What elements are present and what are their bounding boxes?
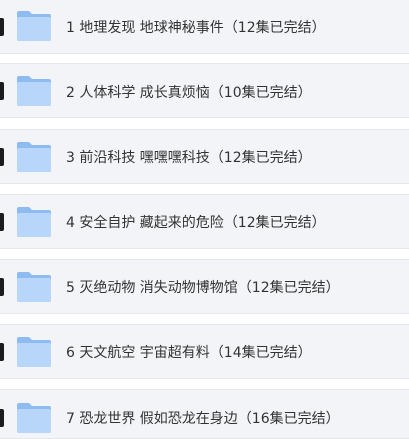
folder-row-4[interactable]: 4 安全自护 藏起来的危险（12集已完结） bbox=[0, 194, 409, 249]
folder-row-3[interactable]: 3 前沿科技 嘿嘿嘿科技（12集已完结） bbox=[0, 129, 409, 184]
folder-icon[interactable] bbox=[16, 10, 52, 42]
folder-label[interactable]: 5 灭绝动物 消失动物博物馆（12集已完结） bbox=[66, 279, 340, 297]
folder-icon-graphic bbox=[17, 76, 51, 106]
folder-icon-graphic bbox=[17, 207, 51, 237]
row-marker bbox=[0, 343, 4, 361]
row-marker bbox=[0, 213, 4, 231]
row-marker bbox=[0, 409, 4, 427]
folder-label[interactable]: 7 恐龙世界 假如恐龙在身边（16集已完结） bbox=[66, 410, 340, 428]
folder-icon-graphic bbox=[17, 337, 51, 367]
folder-row-2[interactable]: 2 人体科学 成长真烦恼（10集已完结） bbox=[0, 63, 409, 118]
folder-icon-graphic bbox=[17, 142, 51, 172]
row-marker bbox=[0, 82, 4, 100]
row-marker bbox=[0, 148, 4, 166]
folder-row-1[interactable]: 1 地理发现 地球神秘事件（12集已完结） bbox=[0, 0, 409, 54]
row-marker bbox=[0, 278, 4, 296]
folder-icon-graphic bbox=[17, 272, 51, 302]
folder-list: 1 地理发现 地球神秘事件（12集已完结） 2 人体科学 成长真烦恼（10集已完… bbox=[0, 0, 409, 439]
folder-row-6[interactable]: 6 天文航空 宇宙超有料（14集已完结） bbox=[0, 324, 409, 379]
folder-label[interactable]: 6 天文航空 宇宙超有料（14集已完结） bbox=[66, 344, 312, 362]
folder-icon[interactable] bbox=[16, 402, 52, 434]
folder-icon[interactable] bbox=[16, 75, 52, 107]
row-marker bbox=[0, 18, 4, 36]
folder-icon-graphic bbox=[17, 11, 51, 41]
folder-label[interactable]: 4 安全自护 藏起来的危险（12集已完结） bbox=[66, 214, 326, 232]
folder-label[interactable]: 2 人体科学 成长真烦恼（10集已完结） bbox=[66, 84, 312, 102]
folder-icon[interactable] bbox=[16, 271, 52, 303]
folder-icon[interactable] bbox=[16, 206, 52, 238]
folder-label[interactable]: 1 地理发现 地球神秘事件（12集已完结） bbox=[66, 19, 326, 37]
folder-icon-graphic bbox=[17, 403, 51, 433]
folder-row-7[interactable]: 7 恐龙世界 假如恐龙在身边（16集已完结） bbox=[0, 389, 409, 439]
folder-icon[interactable] bbox=[16, 336, 52, 368]
folder-label[interactable]: 3 前沿科技 嘿嘿嘿科技（12集已完结） bbox=[66, 149, 312, 167]
folder-row-5[interactable]: 5 灭绝动物 消失动物博物馆（12集已完结） bbox=[0, 259, 409, 314]
folder-icon[interactable] bbox=[16, 141, 52, 173]
